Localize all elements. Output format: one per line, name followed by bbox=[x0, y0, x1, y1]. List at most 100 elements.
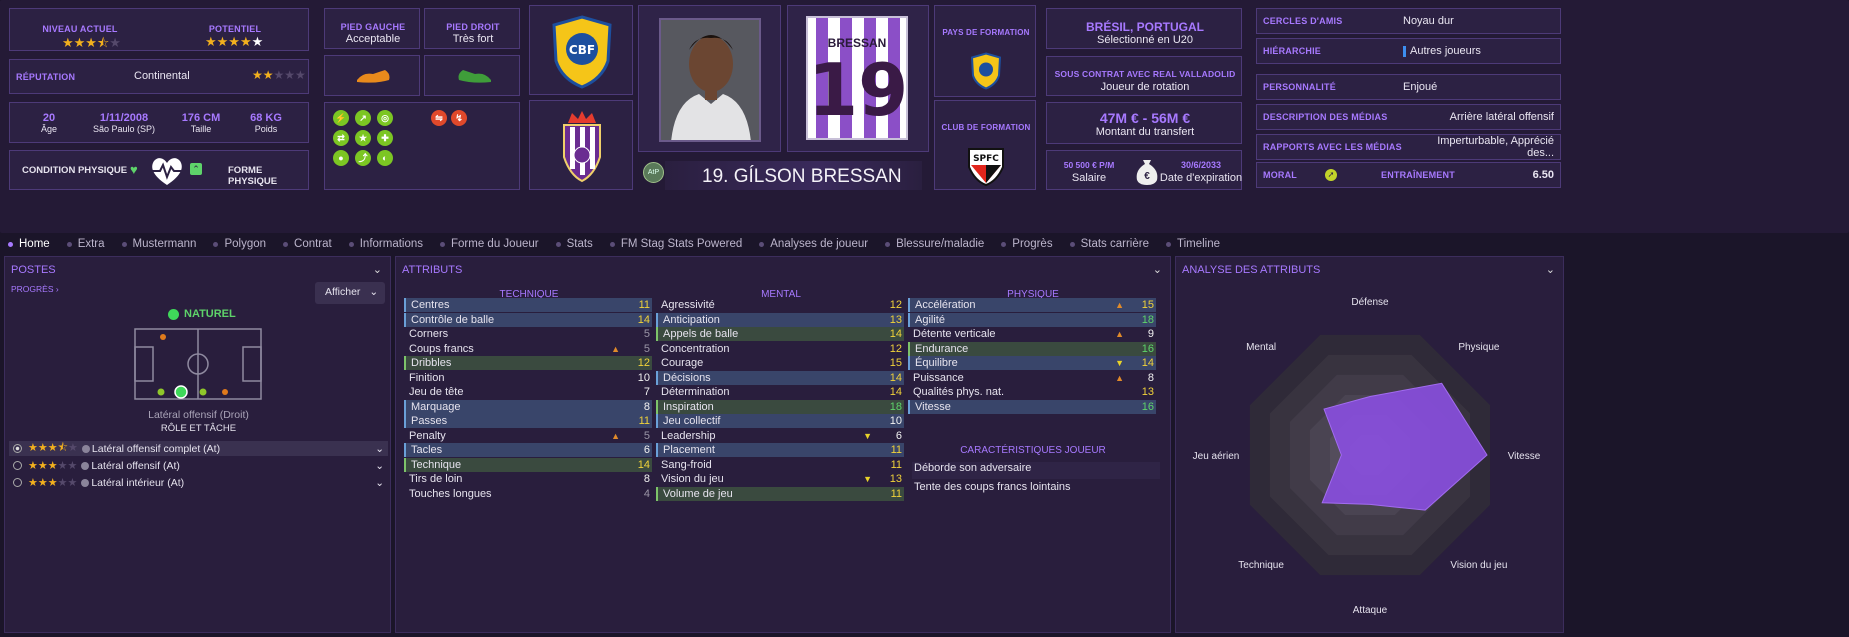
trait-icon-5[interactable]: ★ bbox=[355, 130, 371, 146]
tab-mustermann[interactable]: Mustermann bbox=[121, 238, 196, 250]
chevron-down-icon[interactable]: ⌄ bbox=[375, 443, 384, 455]
forme-label: FORME PHYSIQUE bbox=[228, 165, 278, 187]
tab-stats[interactable]: Stats bbox=[555, 238, 593, 250]
attribute-value: 14 bbox=[889, 371, 902, 384]
tab-contrat[interactable]: Contrat bbox=[283, 238, 332, 250]
tab-extra[interactable]: Extra bbox=[66, 238, 105, 250]
attribute-name: Dribbles bbox=[411, 357, 452, 369]
caracteristique-item: Tente des coups francs lointains bbox=[914, 481, 1071, 493]
radar-label: Mental bbox=[1246, 342, 1276, 353]
tab-informations[interactable]: Informations bbox=[348, 238, 424, 250]
atp-badge[interactable]: AtP bbox=[643, 162, 664, 183]
chevron-down-icon[interactable]: ⌄ bbox=[373, 263, 382, 276]
attribute-value: 12 bbox=[889, 299, 902, 311]
attribute-row: Leadership ▼ 6 bbox=[656, 429, 904, 443]
attribute-row: Détente verticale ▲ 9 bbox=[908, 327, 1156, 341]
transfer-value: 47M € - 56M € bbox=[1099, 110, 1191, 126]
attribute-name: Penalty bbox=[409, 429, 446, 442]
attribute-name: Tacles bbox=[411, 444, 443, 456]
trait-icon-2[interactable]: ↗ bbox=[355, 110, 371, 126]
info-icon[interactable] bbox=[81, 478, 90, 487]
tab-polygon[interactable]: Polygon bbox=[213, 238, 266, 250]
attribute-value: 13 bbox=[889, 473, 902, 485]
attribute-value: 9 bbox=[1147, 328, 1154, 340]
tab-timeline[interactable]: Timeline bbox=[1165, 238, 1220, 250]
radio-icon[interactable] bbox=[13, 444, 22, 453]
tab-label: Polygon bbox=[224, 238, 267, 250]
attribute-name: Tirs de loin bbox=[409, 473, 463, 485]
role-label: Latéral intérieur (At) bbox=[91, 476, 185, 489]
pos-dot-1 bbox=[160, 334, 166, 340]
info-value: Arrière latéral offensif bbox=[1449, 111, 1554, 123]
attribute-row: Tacles 6 bbox=[404, 443, 652, 457]
trait-icon-6[interactable]: ✚ bbox=[377, 130, 393, 146]
tab-forme-du-joueur[interactable]: Forme du Joueur bbox=[440, 238, 539, 250]
attribute-name: Coups francs bbox=[409, 342, 474, 355]
heartbeat-icon bbox=[152, 158, 182, 185]
attribute-name: Finition bbox=[409, 371, 445, 384]
caracteristique-item: Déborde son adversaire bbox=[912, 462, 1160, 479]
trait-icon-3[interactable]: ◎ bbox=[377, 110, 393, 126]
svg-text:€: € bbox=[1144, 171, 1150, 182]
tab-stats-carri-re[interactable]: Stats carrière bbox=[1069, 238, 1149, 250]
attribute-value: 14 bbox=[637, 313, 650, 326]
attribute-name: Contrôle de balle bbox=[411, 313, 495, 326]
trait-icon-9[interactable]: ◐ bbox=[377, 150, 393, 166]
tab-progr-s[interactable]: Progrès bbox=[1001, 238, 1053, 250]
attribute-name: Courage bbox=[661, 357, 704, 369]
info-label: HIÉRARCHIE bbox=[1263, 46, 1322, 56]
attribute-row: Appels de balle 14 bbox=[656, 327, 904, 341]
attribute-name: Qualités phys. nat. bbox=[913, 386, 1005, 398]
weakness-icon-2[interactable]: ↯ bbox=[451, 110, 467, 126]
trait-icon-1[interactable]: ⚡ bbox=[333, 110, 349, 126]
info-value: Autres joueurs bbox=[1410, 45, 1481, 57]
trait-icon-7[interactable]: ● bbox=[333, 150, 349, 166]
afficher-button[interactable]: Afficher ⌄ bbox=[315, 282, 385, 304]
reputation-stars: ★★★★★ bbox=[252, 68, 306, 82]
attribute-value: 11 bbox=[890, 458, 902, 471]
tab-analyses-de-joueur[interactable]: Analyses de joueur bbox=[759, 238, 868, 250]
trait-icon-4[interactable]: ⇄ bbox=[333, 130, 349, 146]
condition-label: CONDITION PHYSIQUE bbox=[22, 165, 128, 176]
trait-icon-8[interactable]: ⤴ bbox=[355, 150, 371, 166]
tab-blessure-maladie[interactable]: Blessure/maladie bbox=[885, 238, 984, 250]
condition-box: CONDITION PHYSIQUE ♥ ⌃ FORME PHYSIQUE bbox=[9, 150, 309, 190]
role-row[interactable]: ★★★★★ Latéral intérieur (At) ⌄ bbox=[9, 475, 388, 490]
attribute-name: Anticipation bbox=[663, 313, 720, 326]
tab-home[interactable]: Home bbox=[8, 238, 50, 250]
attribute-row: Puissance ▲ 8 bbox=[908, 371, 1156, 385]
chevron-down-icon[interactable]: ⌄ bbox=[375, 460, 384, 472]
progres-link[interactable]: PROGRÈS › bbox=[11, 284, 59, 294]
info-icon[interactable] bbox=[81, 444, 90, 453]
chevron-down-icon[interactable]: ⌄ bbox=[375, 477, 384, 489]
role-row[interactable]: ★★★⯪★ Latéral offensif complet (At) ⌄ bbox=[9, 441, 388, 456]
entrainement-label: ENTRAÎNEMENT bbox=[1381, 170, 1455, 180]
player-name: 19. GÍLSON BRESSAN bbox=[702, 166, 902, 187]
attribute-row: Anticipation 13 bbox=[656, 312, 904, 327]
attribute-row: Coups francs ▲ 5 bbox=[404, 342, 652, 356]
arrow-down-icon: ▼ bbox=[863, 430, 872, 441]
tab-fm-stag-stats-powered[interactable]: FM Stag Stats Powered bbox=[609, 238, 742, 250]
attribute-row: Vitesse 16 bbox=[908, 399, 1156, 414]
role-label: Latéral offensif complet (At) bbox=[91, 442, 221, 455]
boot-orange-icon bbox=[357, 70, 390, 83]
attribute-value: 11 bbox=[638, 299, 650, 311]
radio-icon[interactable] bbox=[13, 478, 22, 487]
tab-label: Informations bbox=[359, 238, 424, 250]
attribute-value: 14 bbox=[637, 458, 650, 471]
ability-box: NIVEAU ACTUEL ★★★⯪★ POTENTIEL ★★★★★ bbox=[9, 8, 309, 51]
radio-icon[interactable] bbox=[13, 461, 22, 470]
attribute-name: Concentration bbox=[661, 342, 730, 355]
attribute-row: Dribbles 12 bbox=[404, 356, 652, 370]
chevron-down-icon[interactable]: ⌄ bbox=[1153, 263, 1162, 276]
role-row[interactable]: ★★★★★ Latéral offensif (At) ⌄ bbox=[9, 458, 388, 473]
info-icon[interactable] bbox=[81, 461, 90, 470]
attribute-name: Sang-froid bbox=[661, 458, 712, 471]
pied-droit-box: PIED DROIT Très fort bbox=[424, 8, 520, 49]
weakness-icon-1[interactable]: ⇋ bbox=[431, 110, 447, 126]
birthplace: São Paulo (SP) bbox=[92, 124, 156, 134]
attribute-row: Jeu de tête 7 bbox=[404, 385, 652, 399]
info-row: CERCLES D'AMIS Noyau dur bbox=[1256, 8, 1561, 34]
potentiel-stars: ★★★★★ bbox=[205, 34, 264, 49]
pays-formation-box: PAYS DE FORMATION bbox=[934, 5, 1036, 97]
